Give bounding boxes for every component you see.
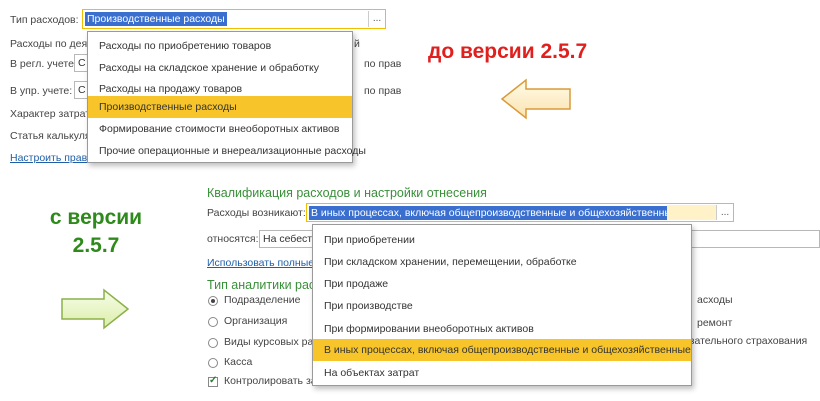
configure-rules-link[interactable]: Настроить прави — [10, 152, 93, 164]
old-version-form: Тип расходов: Производственные расходы .… — [0, 0, 402, 168]
radio-exchange-diff-label: Виды курсовых раз — [224, 336, 319, 348]
dropdown-item-active[interactable]: В иных процессах, включая общепроизводст… — [313, 339, 691, 361]
dropdown-item[interactable]: Расходы на складское хранение и обработк… — [88, 58, 352, 78]
control-checkbox-label: Контролировать за — [224, 375, 317, 387]
radio-organization[interactable] — [208, 317, 218, 327]
expense-type-value: Производственные расходы — [85, 12, 227, 26]
expense-type-dropdown: Расходы по приобретению товаров Расходы … — [87, 31, 366, 163]
radio-cashbox[interactable] — [208, 358, 218, 368]
costing-item-label: Статья калькуля — [10, 130, 91, 142]
expense-type-select-button[interactable]: ... — [368, 11, 385, 27]
relate-field-right[interactable] — [690, 230, 820, 248]
left-arrow-icon — [500, 78, 571, 120]
reg-accounting-value: С — [78, 57, 86, 69]
relate-field[interactable]: На себест — [259, 230, 317, 248]
dropdown-item[interactable]: При складском хранении, перемещении, обр… — [313, 252, 691, 272]
since-version-label: с версии 2.5.7 — [30, 204, 162, 260]
right-arrow-icon — [61, 288, 130, 330]
radio-subdivision-label: Подразделение — [224, 294, 301, 306]
before-version-label: до версии 2.5.7 — [428, 40, 588, 63]
right-fragment-1: й — [354, 38, 360, 50]
dropdown-item[interactable]: При продаже — [313, 274, 691, 294]
control-checkbox[interactable] — [208, 375, 218, 387]
dropdown-item[interactable]: На объектах затрат — [313, 363, 691, 383]
radio-exchange-diff[interactable] — [208, 338, 218, 348]
cost-character-label: Характер затрат: — [10, 108, 93, 120]
radio-organization-label: Организация — [224, 315, 288, 327]
mgmt-accounting-value: С — [78, 84, 86, 96]
mgmt-accounting-label: В упр. учете: — [10, 85, 73, 97]
right-fragment-insurance: язательного страхования — [684, 335, 808, 347]
relate-value: На себест — [263, 233, 313, 245]
right-fragment-2: по прав — [364, 58, 402, 70]
dropdown-item[interactable]: Формирование стоимости внеоборотных акти… — [88, 119, 352, 139]
dropdown-item[interactable]: Расходы по приобретению товаров — [88, 37, 352, 55]
radio-cashbox-label: Касса — [224, 356, 253, 368]
expense-type-label: Тип расходов: — [10, 14, 79, 26]
dropdown-item[interactable]: При производстве — [313, 296, 691, 316]
reg-accounting-label: В регл. учете: — [10, 58, 77, 70]
arise-value: В иных процессах, включая общепроизводст… — [309, 206, 680, 220]
expenses-by-activity-label: Расходы по дея — [10, 38, 88, 50]
since-version-line2: 2.5.7 — [72, 234, 120, 257]
expense-type-field[interactable]: Производственные расходы ... — [82, 9, 386, 29]
dropdown-item-active[interactable]: Производственные расходы — [88, 96, 352, 118]
new-version-form: Квалификация расходов и настройки отнесе… — [200, 180, 820, 401]
since-version-line1: с версии — [49, 206, 143, 229]
arise-dropdown: При приобретении При складском хранении,… — [312, 224, 692, 386]
right-fragment-expenses: асходы — [697, 294, 733, 306]
arise-field[interactable]: В иных процессах, включая общепроизводст… — [306, 203, 734, 222]
radio-subdivision[interactable] — [208, 296, 218, 306]
analytics-type-title: Тип аналитики расх — [207, 278, 322, 292]
right-fragment-3: по прав — [364, 85, 402, 97]
arise-highlight-fill — [667, 205, 717, 220]
right-fragment-repair: ремонт — [697, 317, 733, 329]
dropdown-item[interactable]: При формировании внеоборотных активов — [313, 319, 691, 339]
use-full-link[interactable]: Использовать полные — [207, 257, 314, 269]
dropdown-item[interactable]: При приобретении — [313, 230, 691, 250]
arise-label: Расходы возникают: — [207, 207, 306, 219]
section-title: Квалификация расходов и настройки отнесе… — [207, 186, 487, 200]
relate-label: относятся: — [207, 233, 259, 245]
dropdown-item[interactable]: Прочие операционные и внереализационные … — [88, 141, 366, 161]
arise-select-button[interactable]: ... — [716, 205, 733, 220]
